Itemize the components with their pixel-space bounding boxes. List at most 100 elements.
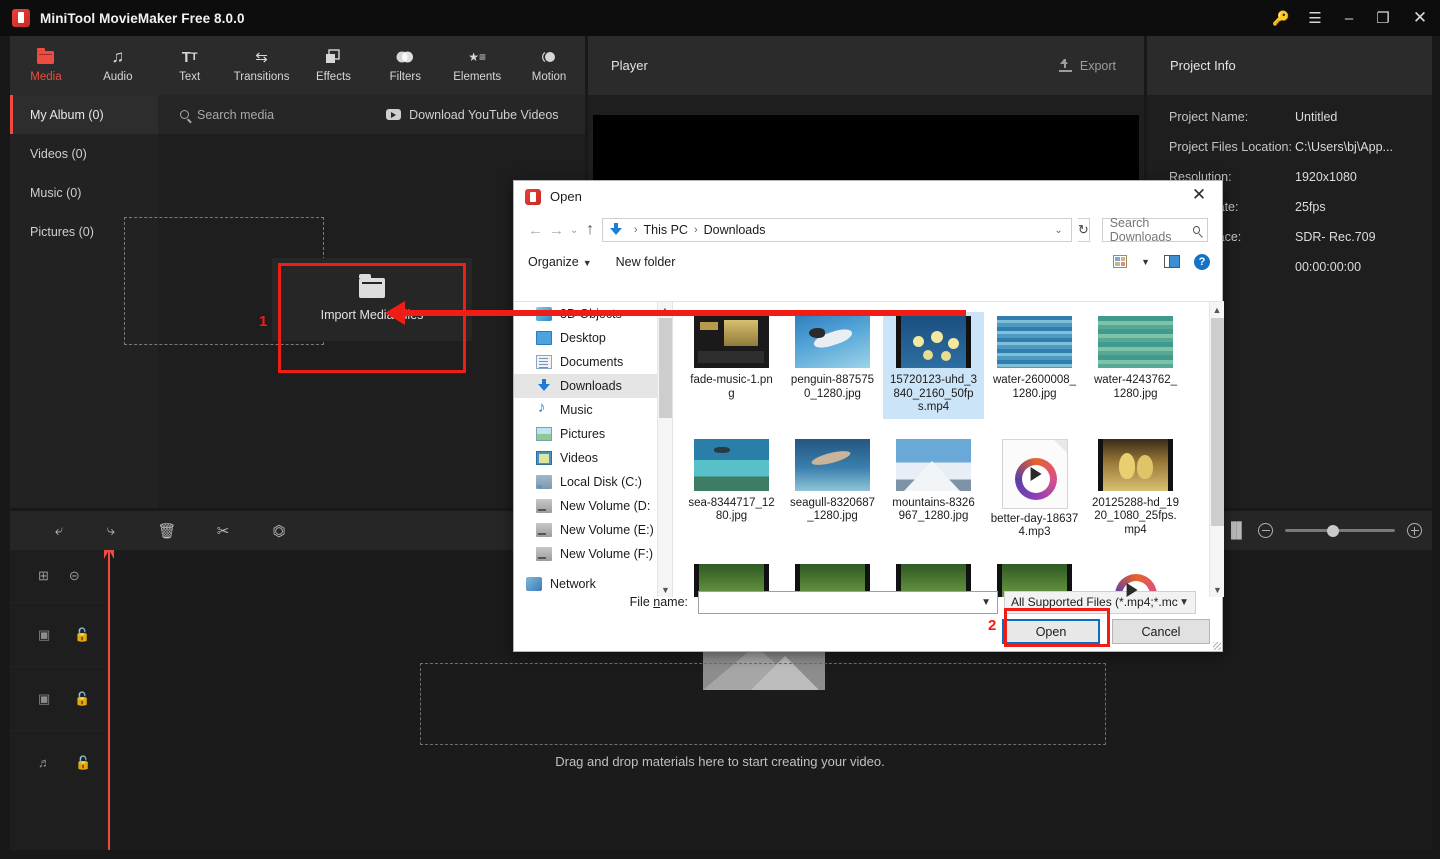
breadcrumb-downloads[interactable]: Downloads bbox=[704, 223, 766, 237]
tree-item-pictures[interactable]: Pictures bbox=[514, 422, 672, 446]
video-track-icon[interactable]: ▣ bbox=[38, 627, 50, 643]
minimize-button[interactable]: – bbox=[1332, 0, 1366, 36]
tab-transitions[interactable]: ⇆ Transitions bbox=[226, 36, 298, 95]
file-scroll-thumb[interactable] bbox=[1211, 318, 1224, 526]
redo-icon[interactable]: ⤷ bbox=[96, 516, 126, 546]
search-input[interactable]: Search media bbox=[180, 108, 274, 122]
sidebar-item-videos[interactable]: Videos (0) bbox=[10, 134, 158, 173]
view-options-icon[interactable] bbox=[1113, 255, 1128, 268]
close-button[interactable]: ✕ bbox=[1400, 0, 1440, 36]
file-item[interactable]: fade-music-1.png bbox=[681, 312, 782, 419]
file-list-scrollbar[interactable]: ▲ ▼ bbox=[1209, 302, 1224, 597]
tree-item-volume-e[interactable]: New Volume (E:) bbox=[514, 518, 672, 542]
tree-item-videos[interactable]: Videos bbox=[514, 446, 672, 470]
tab-effects[interactable]: Effects bbox=[298, 36, 370, 95]
add-track-icon[interactable]: ⊞ bbox=[38, 568, 49, 584]
chevron-down-icon[interactable]: ▼ bbox=[981, 597, 991, 608]
dialog-search-input[interactable]: Search Downloads bbox=[1101, 216, 1208, 244]
tree-item-volume-f[interactable]: New Volume (F:) bbox=[514, 542, 672, 566]
lock-icon[interactable]: 🔓 bbox=[74, 691, 90, 707]
sidebar-item-music[interactable]: Music (0) bbox=[10, 173, 158, 212]
video-track-icon[interactable]: ▣ bbox=[38, 691, 50, 707]
file-item[interactable]: better-day-186374.mp3 bbox=[984, 435, 1085, 544]
preview-pane-icon[interactable] bbox=[1164, 255, 1180, 268]
help-icon[interactable]: ? bbox=[1194, 253, 1210, 270]
crop-icon[interactable]: ⏣ bbox=[264, 516, 294, 546]
tab-text[interactable]: TT Text bbox=[154, 36, 226, 95]
youtube-icon bbox=[386, 109, 402, 120]
tree-item-desktop[interactable]: Desktop bbox=[514, 326, 672, 350]
undo-icon[interactable]: ⤶ bbox=[44, 516, 74, 546]
refresh-button[interactable]: ↻ bbox=[1077, 218, 1090, 242]
effects-icon bbox=[325, 48, 341, 66]
dialog-close-button[interactable]: ✕ bbox=[1188, 185, 1210, 205]
breadcrumb[interactable]: › This PC › Downloads ⌄ bbox=[601, 218, 1072, 242]
dialog-footer: File name: ▼ All Supported Files (*.mp4;… bbox=[514, 590, 1224, 653]
tree-item-downloads[interactable]: Downloads bbox=[514, 374, 672, 398]
forward-button[interactable]: → bbox=[549, 222, 564, 239]
up-button[interactable]: ↑ bbox=[584, 221, 595, 239]
file-item-selected[interactable]: 15720123-uhd_3840_2160_50fps.mp4 bbox=[883, 312, 984, 419]
tree-item-label: Documents bbox=[560, 355, 624, 369]
chevron-down-icon[interactable]: ▼ bbox=[1179, 597, 1189, 608]
tree-item-label: Videos bbox=[560, 451, 598, 465]
recent-locations-button[interactable]: ⌄ bbox=[570, 225, 578, 236]
zoom-slider-knob[interactable] bbox=[1327, 524, 1339, 537]
tab-text-label: Text bbox=[179, 71, 201, 83]
tab-motion-label: Motion bbox=[531, 71, 567, 83]
back-button[interactable]: ← bbox=[528, 222, 543, 239]
tab-media[interactable]: Media bbox=[10, 36, 82, 95]
download-youtube-button[interactable]: Download YouTube Videos bbox=[386, 108, 559, 122]
tree-item-label: Music bbox=[560, 403, 593, 417]
zoom-in-icon[interactable] bbox=[1407, 523, 1422, 538]
new-folder-button[interactable]: New folder bbox=[616, 255, 676, 269]
lock-icon[interactable]: 🔓 bbox=[74, 627, 90, 643]
delete-icon[interactable]: 🗑 bbox=[152, 516, 182, 546]
resize-grip[interactable] bbox=[1213, 642, 1221, 650]
file-item[interactable]: mountains-8326967_1280.jpg bbox=[883, 435, 984, 544]
info-value: SDR- Rec.709 bbox=[1295, 230, 1376, 244]
tree-item-volume-d[interactable]: New Volume (D: bbox=[514, 494, 672, 518]
chevron-down-icon[interactable]: ⌄ bbox=[1054, 225, 1066, 236]
split-icon[interactable]: ✂ bbox=[208, 516, 238, 546]
zoom-out-icon[interactable] bbox=[1258, 523, 1273, 538]
sidebar-item-my-album[interactable]: My Album (0) bbox=[10, 95, 158, 134]
file-thumbnail bbox=[694, 316, 769, 368]
tree-item-music[interactable]: Music bbox=[514, 398, 672, 422]
timeline-drop-zone[interactable] bbox=[420, 663, 1106, 745]
scroll-up-icon[interactable]: ▲ bbox=[1210, 302, 1224, 318]
file-item[interactable]: water-4243762_1280.jpg bbox=[1085, 312, 1186, 419]
view-dropdown-icon[interactable]: ▼ bbox=[1141, 257, 1150, 267]
tab-filters[interactable]: Filters bbox=[369, 36, 441, 95]
zoom-slider[interactable] bbox=[1285, 524, 1395, 537]
cancel-button[interactable]: Cancel bbox=[1112, 619, 1210, 644]
tree-scroll-thumb[interactable] bbox=[659, 318, 672, 418]
import-media-files-button[interactable]: Import Media Files bbox=[272, 258, 472, 341]
dialog-title: Open bbox=[550, 189, 582, 204]
tab-audio[interactable]: ♫ Audio bbox=[82, 36, 154, 95]
file-name-label: seagull-8320687_1280.jpg bbox=[789, 496, 876, 523]
tab-elements[interactable]: ★≡ Elements bbox=[441, 36, 513, 95]
tree-item-local-disk-c[interactable]: Local Disk (C:) bbox=[514, 470, 672, 494]
tab-motion[interactable]: Motion bbox=[513, 36, 585, 95]
audio-file-thumbnail bbox=[1001, 438, 1068, 509]
file-name-input[interactable]: ▼ bbox=[698, 590, 998, 614]
hamburger-menu-icon[interactable]: ☰ bbox=[1298, 0, 1332, 36]
key-icon[interactable]: 🔑 bbox=[1264, 0, 1298, 36]
tree-scrollbar[interactable]: ▲ ▼ bbox=[657, 302, 672, 597]
organize-button[interactable]: Organize ▼ bbox=[528, 255, 592, 269]
playhead[interactable] bbox=[104, 550, 114, 850]
file-type-filter[interactable]: All Supported Files (*.mp4;*.mc ▼ bbox=[1004, 590, 1196, 614]
file-item[interactable]: penguin-8875750_1280.jpg bbox=[782, 312, 883, 419]
remove-track-icon[interactable]: ⊝ bbox=[69, 568, 80, 584]
breadcrumb-this-pc[interactable]: This PC bbox=[643, 223, 687, 237]
timeline-zoom-controls: ▌▐▌ bbox=[1215, 516, 1422, 546]
file-item[interactable]: sea-8344717_1280.jpg bbox=[681, 435, 782, 544]
file-item[interactable]: water-2600008_1280.jpg bbox=[984, 312, 1085, 419]
maximize-button[interactable]: ❐ bbox=[1366, 0, 1400, 36]
open-button[interactable]: Open bbox=[1002, 619, 1100, 644]
file-item[interactable]: seagull-8320687_1280.jpg bbox=[782, 435, 883, 544]
file-item[interactable]: 20125288-hd_1920_1080_25fps.mp4 bbox=[1085, 435, 1186, 544]
tree-item-documents[interactable]: Documents bbox=[514, 350, 672, 374]
export-button[interactable]: Export bbox=[1058, 59, 1116, 73]
